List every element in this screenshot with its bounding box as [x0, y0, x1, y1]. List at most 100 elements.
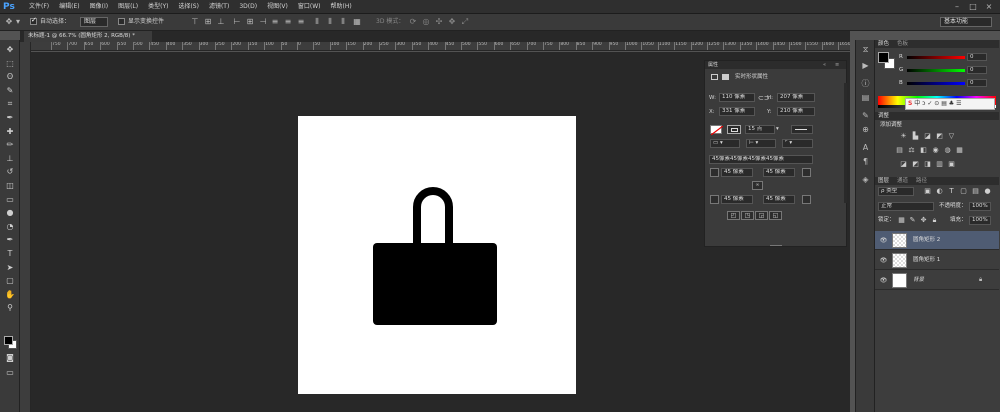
align-hcenter-icon[interactable]: ⊞ — [245, 17, 255, 27]
layer-filter-dropdown[interactable]: ρ 类型 — [878, 187, 914, 196]
link-corners-icon[interactable]: ∞ — [752, 181, 763, 190]
menu-item[interactable]: 文件(F) — [24, 0, 54, 14]
invert-icon[interactable]: ◪ — [899, 160, 908, 169]
menu-item[interactable]: 类型(Y) — [143, 0, 173, 14]
vibrance-icon[interactable]: ▽ — [947, 132, 956, 141]
fill-field[interactable]: 100% — [969, 216, 991, 225]
tab-swatches[interactable]: 色板 — [897, 40, 908, 48]
character-icon[interactable]: A — [860, 142, 871, 153]
filter-toggle-icon[interactable]: ● — [983, 187, 992, 196]
info-icon[interactable]: ⓘ — [860, 78, 871, 89]
input-method-toolbar[interactable]: S 中 ↄ ✓ ⊙ ▤ ♣ ☰ — [905, 98, 995, 110]
stroke-color-swatch[interactable] — [727, 125, 741, 134]
pen-tool-icon[interactable]: ✒ — [3, 234, 17, 245]
document-canvas[interactable] — [298, 116, 576, 394]
menu-item[interactable]: 视图(V) — [262, 0, 293, 14]
resize-grip[interactable] — [770, 245, 782, 246]
eyedropper-tool-icon[interactable]: ✒ — [3, 112, 17, 123]
distribute-right-icon[interactable]: ⦀ — [338, 17, 348, 27]
distribute-top-icon[interactable]: ≡ — [270, 17, 280, 27]
menu-item[interactable]: 编辑(E) — [54, 0, 84, 14]
fill-color-swatch[interactable] — [710, 125, 723, 135]
tab-layers[interactable]: 图层 — [878, 177, 889, 185]
distribute-vcenter-icon[interactable]: ≡ — [283, 17, 293, 27]
marquee-tool-icon[interactable]: ⬚ — [3, 58, 17, 69]
height-field[interactable]: 207 像素 — [777, 93, 815, 102]
layer-row[interactable]: 👁︎ 背景 🔒︎ — [875, 271, 999, 290]
curves-icon[interactable]: ◪ — [923, 132, 932, 141]
tab-color[interactable]: 颜色 — [878, 40, 889, 48]
lock-pixels-icon[interactable]: ✎ — [908, 216, 917, 225]
panel-menu-icon[interactable]: ≡ — [835, 61, 839, 69]
align-vcenter-icon[interactable]: ⊞ — [203, 17, 213, 27]
align-bottom-icon[interactable]: ⊥ — [216, 17, 226, 27]
selective-color-icon[interactable]: ▣ — [947, 160, 956, 169]
gradient-map-icon[interactable]: ▥ — [935, 160, 944, 169]
healing-tool-icon[interactable]: ✚ — [3, 126, 17, 137]
history-brush-tool-icon[interactable]: ↺ — [3, 166, 17, 177]
path-intersect-icon[interactable]: ◲ — [755, 211, 768, 220]
align-right-icon[interactable]: ⊣ — [258, 17, 268, 27]
dodge-tool-icon[interactable]: ◔ — [3, 221, 17, 232]
auto-select-dropdown[interactable]: 图层 — [80, 17, 108, 27]
distribute-left-icon[interactable]: ⦀ — [312, 17, 322, 27]
workspace-dropdown[interactable]: 基本功能 — [940, 17, 992, 27]
filter-adjust-icon[interactable]: ◐ — [935, 187, 944, 196]
y-field[interactable]: 210 像素 — [777, 107, 815, 116]
tool-presets-icon[interactable]: ◈ — [860, 174, 871, 185]
path-subtract-icon[interactable]: ◳ — [741, 211, 754, 220]
tab-channels[interactable]: 通道 — [897, 177, 908, 185]
eraser-tool-icon[interactable]: ◫ — [3, 180, 17, 191]
corner-br-field[interactable]: 45 像素 — [763, 195, 795, 204]
b-field[interactable]: 0 — [967, 79, 987, 87]
crop-tool-icon[interactable]: ⌗ — [3, 98, 17, 109]
exposure-icon[interactable]: ◩ — [935, 132, 944, 141]
lock-all-icon[interactable]: 🔒︎ — [930, 216, 939, 225]
show-transform-checkbox[interactable] — [118, 18, 125, 25]
stroke-type-dropdown[interactable] — [791, 125, 813, 134]
3d-scale-icon[interactable]: ⤢ — [460, 17, 470, 27]
color-lookup-icon[interactable]: ▦ — [955, 146, 964, 155]
channel-mixer-icon[interactable]: ◍ — [943, 146, 952, 155]
brightness-icon[interactable]: ☀ — [899, 132, 908, 141]
menu-item[interactable]: 选择(S) — [173, 0, 204, 14]
maximize-icon[interactable]: □ — [968, 2, 978, 12]
auto-select-checkbox[interactable]: ✓ — [30, 16, 37, 25]
close-icon[interactable]: × — [984, 2, 994, 12]
type-tool-icon[interactable]: T — [3, 248, 17, 259]
distribute-bottom-icon[interactable]: ≡ — [296, 17, 306, 27]
quick-select-tool-icon[interactable]: ✎ — [3, 85, 17, 96]
screen-mode-icon[interactable]: ▭ — [3, 367, 17, 378]
stroke-width-field[interactable]: 15 点 — [745, 125, 775, 134]
menu-item[interactable]: 窗口(W) — [293, 0, 326, 14]
stroke-width-dropdown-icon[interactable]: ▾ — [776, 125, 779, 133]
properties-scrollbar[interactable] — [844, 83, 847, 203]
stroke-corner-dropdown[interactable]: ⌜ ▾ — [782, 139, 813, 148]
tab-adjustments[interactable]: 调整 — [878, 112, 889, 120]
path-exclude-icon[interactable]: ◱ — [769, 211, 782, 220]
tab-paths[interactable]: 路径 — [916, 177, 927, 185]
b-slider[interactable] — [907, 82, 965, 85]
path-combine-icon[interactable]: ◰ — [727, 211, 740, 220]
photo-filter-icon[interactable]: ◉ — [931, 146, 940, 155]
blur-tool-icon[interactable]: ● — [3, 207, 17, 218]
3d-rotate-icon[interactable]: ⟳ — [408, 17, 418, 27]
lock-position-icon[interactable]: ✥ — [919, 216, 928, 225]
r-slider[interactable] — [907, 56, 965, 59]
corner-bl-field[interactable]: 45 像素 — [721, 195, 753, 204]
g-field[interactable]: 0 — [967, 66, 987, 74]
align-left-icon[interactable]: ⊢ — [232, 17, 242, 27]
paragraph-icon[interactable]: ¶ — [860, 156, 871, 167]
filter-smart-icon[interactable]: ▤ — [971, 187, 980, 196]
filter-type-icon[interactable]: T — [947, 187, 956, 196]
3d-slide-icon[interactable]: ✥ — [447, 17, 457, 27]
opacity-field[interactable]: 100% — [969, 202, 991, 211]
hand-tool-icon[interactable]: ✋ — [3, 289, 17, 300]
zoom-tool-icon[interactable]: ⚲ — [3, 302, 17, 313]
path-select-tool-icon[interactable]: ➤ — [3, 262, 17, 273]
color-balance-icon[interactable]: ⚖ — [907, 146, 916, 155]
filter-pixel-icon[interactable]: ▣ — [923, 187, 932, 196]
auto-align-icon[interactable]: ▦ — [352, 17, 362, 27]
properties-icon[interactable]: ▤ — [860, 92, 871, 103]
stroke-align-dropdown[interactable]: ▭ ▾ — [710, 139, 740, 148]
